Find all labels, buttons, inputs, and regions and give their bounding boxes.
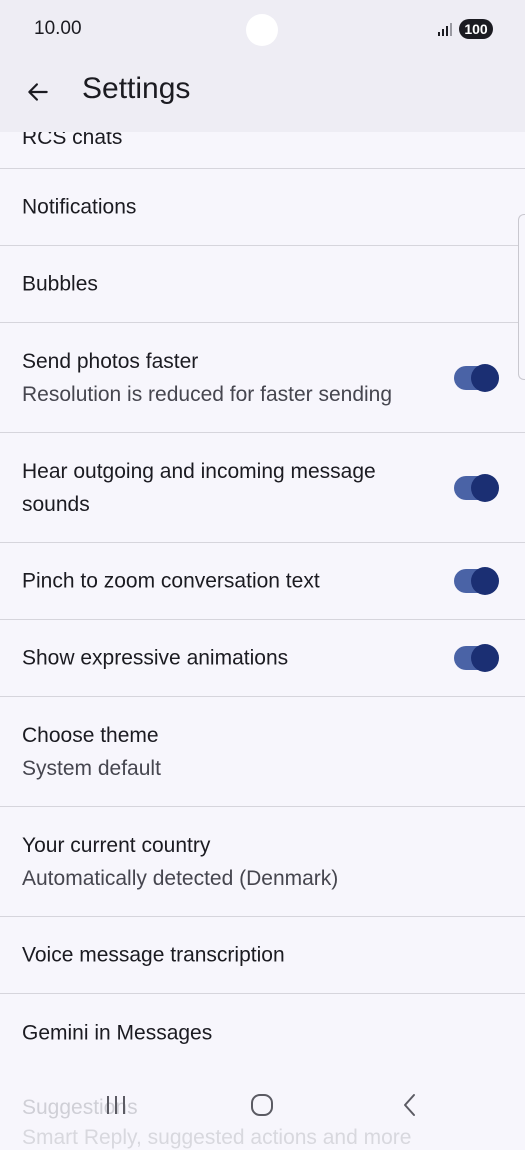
- front-camera-cutout: [246, 14, 278, 46]
- settings-row-pinch-to-zoom[interactable]: Pinch to zoom conversation text: [0, 543, 525, 620]
- faded-row-summary: Smart Reply, suggested actions and more: [22, 1126, 412, 1149]
- home-button[interactable]: [242, 1090, 282, 1120]
- row-label: Send photos faster: [22, 349, 199, 373]
- row-label: Your current country: [22, 833, 211, 857]
- row-label: Hear outgoing and incoming message: [22, 459, 376, 483]
- settings-list: RCS chats Notifications Bubbles Send pho…: [0, 132, 525, 1070]
- pinch-to-zoom-toggle[interactable]: [454, 567, 499, 595]
- scrollbar-handle[interactable]: [518, 214, 525, 380]
- signal-icon: [438, 23, 452, 36]
- row-label: Choose theme: [22, 723, 159, 747]
- row-label: RCS chats: [22, 132, 123, 149]
- settings-row-notifications[interactable]: Notifications: [0, 169, 525, 246]
- system-navigation-bar: Suggestions Smart Reply, suggested actio…: [0, 1070, 525, 1149]
- battery-indicator: 100: [459, 19, 493, 39]
- app-bar: Settings: [0, 60, 525, 132]
- settings-row-bubbles[interactable]: Bubbles: [0, 246, 525, 323]
- settings-row-send-photos-faster[interactable]: Send photos faster Resolution is reduced…: [0, 323, 525, 433]
- settings-row-rcs-chats[interactable]: RCS chats: [0, 132, 525, 169]
- nav-back-button[interactable]: [390, 1090, 430, 1120]
- send-photos-faster-toggle[interactable]: [454, 363, 499, 392]
- home-icon: [251, 1094, 273, 1116]
- recent-apps-icon: [107, 1096, 125, 1114]
- row-label-continued: sounds: [22, 492, 90, 516]
- back-button[interactable]: [18, 72, 58, 112]
- row-summary: Automatically detected (Denmark): [22, 866, 339, 890]
- row-label: Bubbles: [22, 272, 98, 296]
- row-summary: Resolution is reduced for faster sending: [22, 382, 393, 406]
- expressive-animations-toggle[interactable]: [454, 644, 499, 672]
- row-summary: System default: [22, 756, 161, 780]
- row-label: Gemini in Messages: [22, 1021, 213, 1044]
- settings-row-expressive-animations[interactable]: Show expressive animations: [0, 620, 525, 697]
- settings-row-choose-theme[interactable]: Choose theme System default: [0, 697, 525, 807]
- row-label: Notifications: [22, 195, 137, 219]
- settings-row-message-sounds[interactable]: Hear outgoing and incoming message sound…: [0, 433, 525, 543]
- row-label: Pinch to zoom conversation text: [22, 569, 320, 593]
- settings-row-gemini[interactable]: Gemini in Messages: [0, 994, 525, 1070]
- chevron-left-icon: [404, 1094, 415, 1116]
- page-title: Settings: [82, 72, 191, 105]
- status-time: 10.00: [34, 18, 82, 39]
- recent-apps-button[interactable]: [96, 1090, 136, 1120]
- settings-row-current-country[interactable]: Your current country Automatically detec…: [0, 807, 525, 917]
- status-bar: 10.00 100: [0, 0, 525, 60]
- arrow-left-icon: [28, 83, 48, 101]
- row-label: Voice message transcription: [22, 943, 285, 967]
- message-sounds-toggle[interactable]: [454, 473, 499, 502]
- settings-row-voice-transcription[interactable]: Voice message transcription: [0, 917, 525, 994]
- row-label: Show expressive animations: [22, 646, 289, 670]
